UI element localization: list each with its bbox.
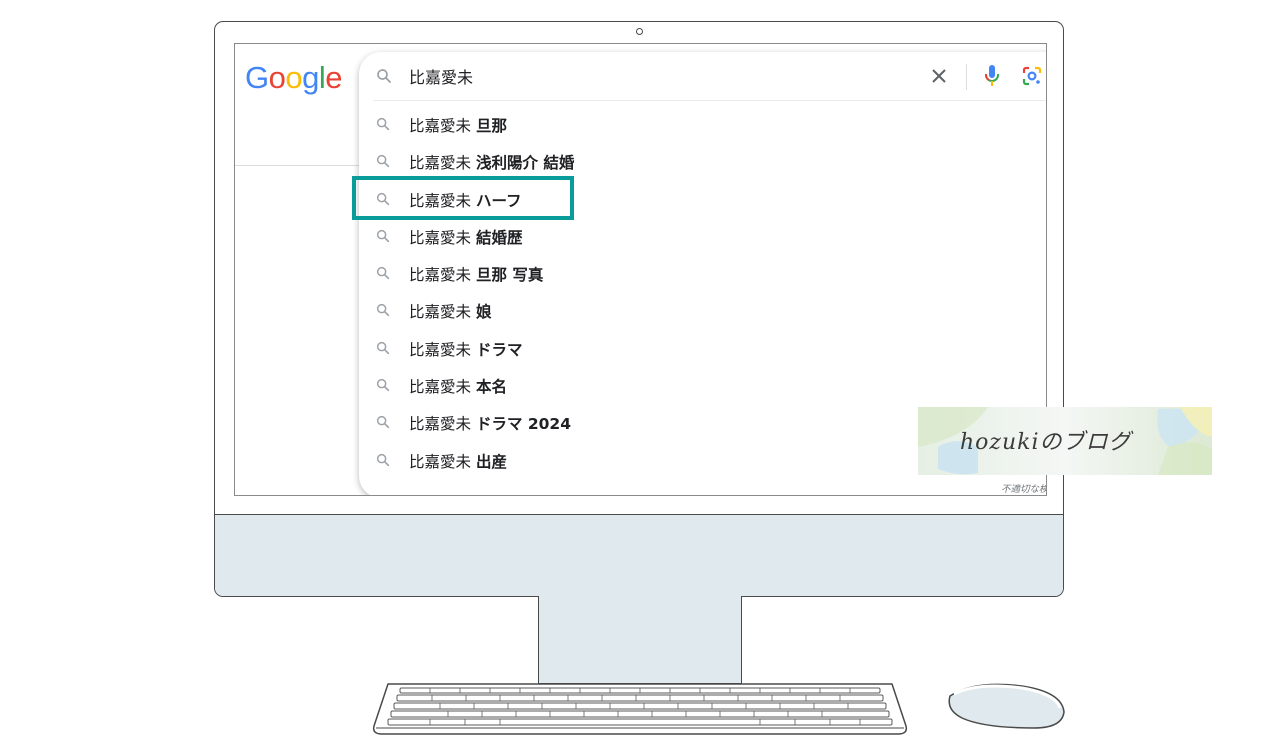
suggestion-text: 比嘉愛未 本名 [409,378,507,397]
watermark-text: hozukiのブログ [960,430,1132,455]
monitor-frame: Google 比嘉愛未 比嘉愛未 旦那 比嘉愛未 浅利陽介 結婚 比嘉愛未 ハー… [214,21,1064,597]
logo-letter: o [285,60,303,95]
search-icon [375,228,391,248]
search-icon [375,452,391,472]
suggestion-text: 比嘉愛未 旦那 写真 [409,266,544,285]
suggestion-item[interactable]: 比嘉愛未 旦那 写真 [359,255,1046,292]
search-icon [375,340,391,360]
logo-letter: o [268,60,286,95]
highlight-box [352,176,574,220]
search-icon [375,116,391,136]
search-icon [375,153,391,173]
search-input[interactable]: 比嘉愛未 [409,64,473,88]
blog-watermark: hozukiのブログ [918,407,1212,475]
search-box[interactable]: 比嘉愛未 [359,52,1046,100]
suggestion-item[interactable]: 比嘉愛未 浅利陽介 結婚 [359,143,1046,180]
logo-letter: g [302,60,319,95]
search-icon [375,67,393,89]
mouse-illustration [948,683,1065,729]
monitor-chin [215,514,1063,596]
suggestion-item[interactable]: 比嘉愛未 ドラマ [359,330,1046,367]
microphone-icon[interactable] [983,64,1001,92]
suggestion-text: 比嘉愛未 浅利陽介 結婚 [409,154,575,173]
keyboard-illustration [372,683,908,735]
suggestion-item[interactable]: 比嘉愛未 旦那 [359,106,1046,143]
search-icon [375,302,391,322]
search-icon [375,414,391,434]
report-inappropriate-suggestions-link[interactable]: 不適切な検索候補 [1001,481,1046,495]
suggestion-text: 比嘉愛未 ドラマ 2024 [409,415,571,434]
suggestion-text: 比嘉愛未 旦那 [409,117,507,135]
search-box-separator [966,64,967,90]
suggestion-item[interactable]: 比嘉愛未 本名 [359,367,1046,404]
search-icon [375,377,391,397]
google-logo[interactable]: Google [245,60,343,96]
google-lens-icon[interactable] [1021,65,1043,91]
logo-letter: e [325,60,343,95]
logo-letter: G [245,60,269,95]
header-divider [235,165,360,166]
suggestion-text: 比嘉愛未 結婚歴 [409,228,523,247]
search-icon [375,265,391,285]
monitor-stand [538,596,742,684]
suggestion-item[interactable]: 比嘉愛未 娘 [359,292,1046,329]
webcam [636,28,643,35]
suggestion-text: 比嘉愛未 ドラマ [409,340,523,359]
close-icon[interactable] [929,66,949,90]
search-dropdown-divider [373,100,1046,101]
suggestion-text: 比嘉愛未 娘 [409,303,492,322]
suggestion-text: 比嘉愛未 出産 [409,452,507,471]
suggestion-item[interactable]: 比嘉愛未 結婚歴 [359,218,1046,255]
